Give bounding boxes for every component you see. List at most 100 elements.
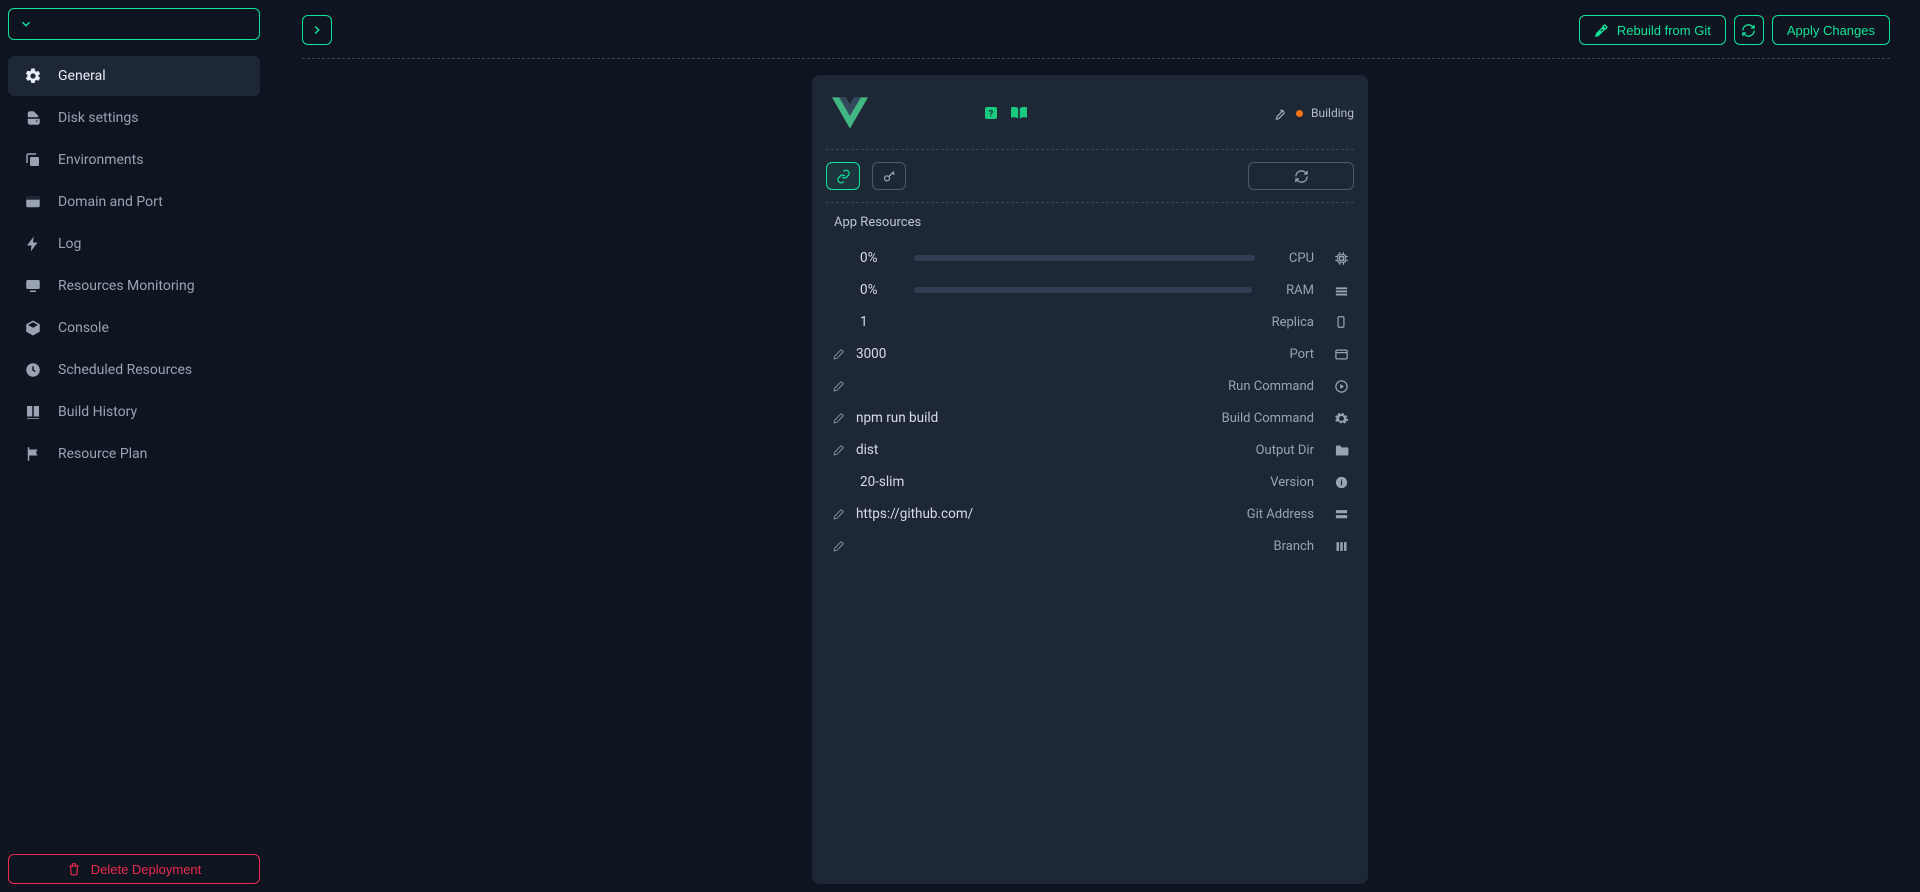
- project-selector-dropdown[interactable]: [8, 8, 260, 40]
- apply-changes-button[interactable]: Apply Changes: [1772, 15, 1890, 45]
- output-dir-value: dist: [856, 442, 1246, 458]
- sidebar-item-label: Environments: [58, 152, 143, 168]
- ram-label: RAM: [1286, 283, 1314, 298]
- disk-icon: [24, 109, 42, 127]
- card-divider: [826, 149, 1354, 150]
- sidebar-item-scheduled-resources[interactable]: Scheduled Resources: [8, 350, 260, 390]
- chevron-right-icon: [310, 23, 324, 37]
- port-value: 3000: [856, 346, 1279, 362]
- vue-logo-icon: [826, 91, 874, 135]
- sidebar-item-domain-port[interactable]: Domain and Port: [8, 182, 260, 222]
- cpu-progress-bar: [914, 255, 1255, 261]
- version-value: 20-slim: [856, 474, 1260, 490]
- refresh-icon: [1741, 23, 1756, 38]
- sidebar-item-general[interactable]: General: [8, 56, 260, 96]
- resource-row-cpu: 0% CPU: [826, 242, 1354, 274]
- output-dir-label: Output Dir: [1256, 443, 1314, 458]
- delete-deployment-button[interactable]: Delete Deployment: [8, 854, 260, 884]
- cpu-label: CPU: [1289, 251, 1314, 266]
- gear-icon: [24, 67, 42, 85]
- sidebar-item-label: Resource Plan: [58, 446, 147, 462]
- copy-icon: [24, 151, 42, 169]
- link-icon: [836, 169, 851, 184]
- resource-row-build-command: npm run build Build Command: [826, 402, 1354, 434]
- port-icon: [1332, 345, 1350, 363]
- port-label: Port: [1289, 347, 1314, 362]
- wrench-icon: [1272, 105, 1288, 121]
- ram-icon: [1332, 281, 1350, 299]
- sidebar-item-resource-plan[interactable]: Resource Plan: [8, 434, 260, 474]
- tools-icon: [1594, 23, 1609, 38]
- rebuild-button-label: Rebuild from Git: [1617, 23, 1711, 38]
- restart-button[interactable]: [1248, 162, 1354, 190]
- sidebar-item-label: Disk settings: [58, 110, 138, 126]
- replica-value: 1: [856, 314, 1262, 330]
- sidebar-item-resources-monitoring[interactable]: Resources Monitoring: [8, 266, 260, 306]
- sidebar-item-build-history[interactable]: Build History: [8, 392, 260, 432]
- docs-icon[interactable]: [1010, 104, 1028, 122]
- replica-icon: [1332, 313, 1350, 331]
- sidebar-item-disk-settings[interactable]: Disk settings: [8, 98, 260, 138]
- play-icon: [1332, 377, 1350, 395]
- build-command-value: npm run build: [856, 410, 1212, 426]
- help-icon[interactable]: ?: [982, 104, 1000, 122]
- resource-row-port: 3000 Port: [826, 338, 1354, 370]
- sidebar-item-environments[interactable]: Environments: [8, 140, 260, 180]
- version-label: Version: [1270, 475, 1314, 490]
- gear-icon: [1332, 409, 1350, 427]
- branch-label: Branch: [1274, 539, 1314, 554]
- sidebar-item-label: Scheduled Resources: [58, 362, 192, 378]
- browser-icon: [24, 193, 42, 211]
- deployment-status: Building: [1272, 105, 1354, 121]
- ram-value: 0%: [856, 282, 898, 298]
- resource-row-branch: Branch: [826, 530, 1354, 562]
- apply-button-label: Apply Changes: [1787, 23, 1875, 38]
- resource-row-output-dir: dist Output Dir: [826, 434, 1354, 466]
- status-dot-icon: [1296, 110, 1303, 117]
- svg-text:?: ?: [989, 108, 994, 119]
- edit-output-dir-button[interactable]: [830, 444, 846, 457]
- sidebar-item-label: Log: [58, 236, 81, 252]
- card-divider: [826, 202, 1354, 203]
- git-address-value: https://github.com/: [856, 506, 1237, 522]
- trash-icon: [67, 862, 81, 876]
- sidebar-item-console[interactable]: Console: [8, 308, 260, 348]
- resource-row-git-address: https://github.com/ Git Address: [826, 498, 1354, 530]
- sidebar-item-label: Build History: [58, 404, 137, 420]
- toggle-sidebar-button[interactable]: [302, 15, 332, 45]
- sidebar-item-label: Resources Monitoring: [58, 278, 195, 294]
- delete-button-label: Delete Deployment: [91, 862, 202, 877]
- sidebar-nav: General Disk settings Environments Domai…: [8, 56, 260, 474]
- edit-run-command-button[interactable]: [830, 380, 846, 393]
- copy-link-button[interactable]: [826, 162, 860, 190]
- refresh-button[interactable]: [1734, 15, 1764, 45]
- sidebar-item-label: Domain and Port: [58, 194, 163, 210]
- refresh-icon: [1294, 169, 1309, 184]
- resource-row-ram: 0% RAM: [826, 274, 1354, 306]
- book-icon: [24, 403, 42, 421]
- rebuild-from-git-button[interactable]: Rebuild from Git: [1579, 15, 1726, 45]
- deployment-card: ? Building: [812, 75, 1368, 884]
- build-command-label: Build Command: [1222, 411, 1314, 426]
- resource-row-version: 20-slim Version i: [826, 466, 1354, 498]
- git-address-label: Git Address: [1247, 507, 1314, 522]
- chevron-down-icon: [19, 17, 33, 31]
- edit-build-command-button[interactable]: [830, 412, 846, 425]
- sidebar-item-label: General: [58, 68, 106, 84]
- edit-branch-button[interactable]: [830, 540, 846, 553]
- columns-icon: [1332, 537, 1350, 555]
- info-icon: i: [1332, 473, 1350, 491]
- status-label: Building: [1311, 106, 1354, 120]
- folder-icon: [1332, 441, 1350, 459]
- svg-text:i: i: [1340, 477, 1342, 487]
- cube-icon: [24, 319, 42, 337]
- run-command-label: Run Command: [1228, 379, 1314, 394]
- section-title: App Resources: [834, 215, 1354, 230]
- edit-port-button[interactable]: [830, 348, 846, 361]
- resource-row-replica: 1 Replica: [826, 306, 1354, 338]
- cpu-value: 0%: [856, 250, 898, 266]
- edit-git-address-button[interactable]: [830, 508, 846, 521]
- sidebar-item-log[interactable]: Log: [8, 224, 260, 264]
- server-icon: [1332, 505, 1350, 523]
- credentials-button[interactable]: [872, 162, 906, 190]
